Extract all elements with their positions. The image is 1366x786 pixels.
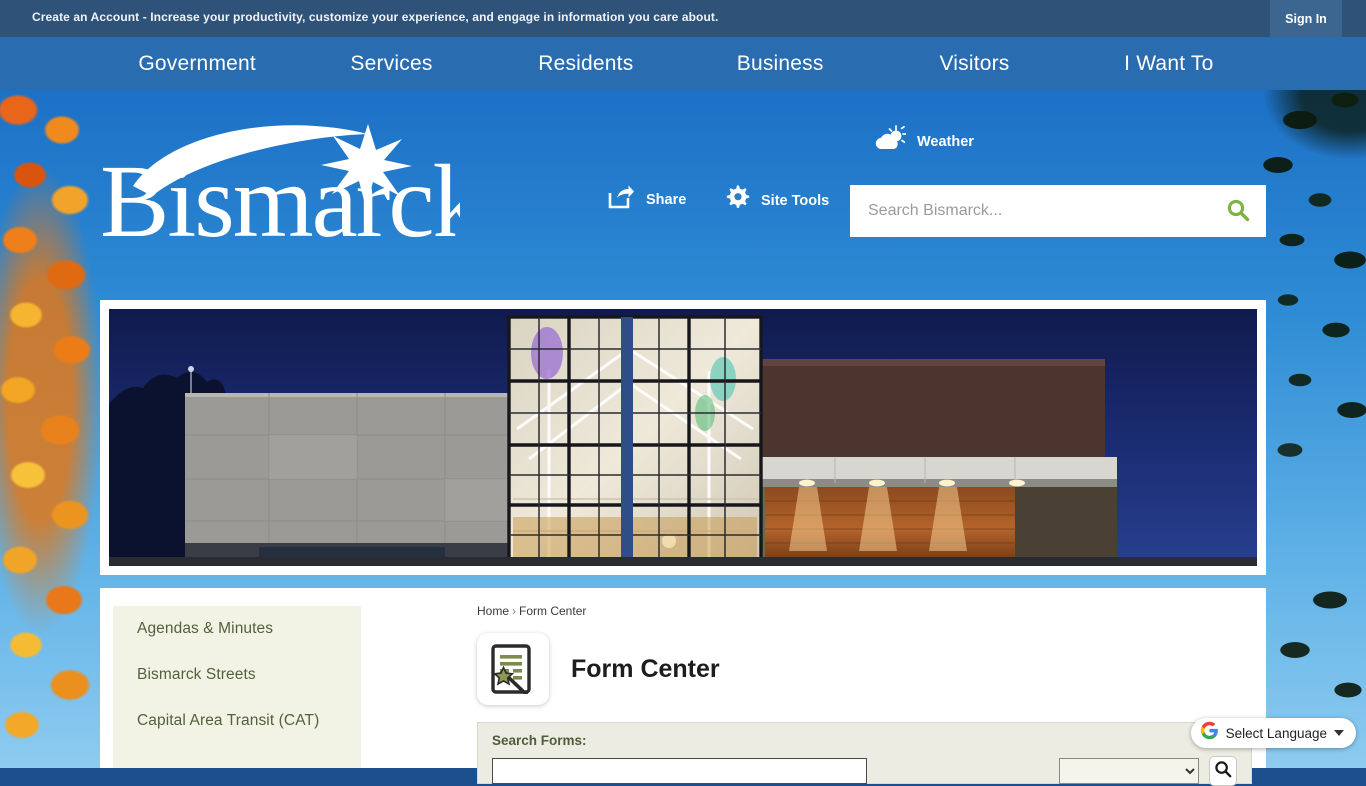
share-link[interactable]: Share	[608, 185, 686, 214]
sign-in-button[interactable]: Sign In	[1270, 0, 1342, 37]
breadcrumb-separator: ›	[512, 604, 516, 618]
search-forms-panel: Search Forms:	[477, 722, 1252, 784]
search-submit-button[interactable]	[1210, 185, 1266, 237]
magnifier-icon	[1226, 198, 1250, 225]
main-navigation: Government Services Residents Business V…	[0, 37, 1366, 90]
weather-link[interactable]: Weather	[872, 125, 974, 158]
search-forms-label: Search Forms:	[492, 733, 1237, 748]
translate-label: Select Language	[1226, 726, 1327, 741]
sidebar-item-agendas-minutes[interactable]: Agendas & Minutes	[113, 606, 361, 652]
sidebar-item-bismarck-streets[interactable]: Bismarck Streets	[113, 652, 361, 698]
nav-item-residents[interactable]: Residents	[489, 52, 683, 76]
site-tools-label: Site Tools	[761, 193, 829, 209]
bismarck-logo[interactable]: Bismarck	[100, 110, 460, 260]
page-header: Form Center	[477, 633, 1252, 705]
search-forms-row	[492, 756, 1237, 786]
nav-item-services[interactable]: Services	[294, 52, 488, 76]
google-translate-widget[interactable]: Select Language	[1191, 718, 1356, 748]
site-search	[850, 185, 1266, 237]
chevron-down-icon	[1334, 730, 1344, 736]
nav-item-government[interactable]: Government	[100, 52, 294, 76]
page-title: Form Center	[571, 655, 720, 684]
sidebar-item-capital-area-transit[interactable]: Capital Area Transit (CAT)	[113, 698, 361, 744]
weather-label: Weather	[917, 134, 974, 150]
cloud-sun-icon	[872, 125, 906, 158]
nav-item-i-want-to[interactable]: I Want To	[1072, 52, 1266, 76]
content-panel: Agendas & Minutes Bismarck Streets Capit…	[100, 588, 1266, 768]
forms-category-select[interactable]	[1059, 758, 1199, 784]
hero-building-photo	[109, 309, 1257, 566]
create-account-message[interactable]: Create an Account - Increase your produc…	[32, 10, 718, 24]
site-header: Bismarck Weather	[100, 90, 1266, 300]
site-tools-link[interactable]: Site Tools	[724, 185, 829, 216]
nav-item-visitors[interactable]: Visitors	[877, 52, 1071, 76]
magnifier-icon	[1214, 760, 1232, 783]
svg-text:Bismarck: Bismarck	[100, 144, 460, 259]
google-g-icon	[1200, 721, 1219, 745]
nav-item-business[interactable]: Business	[683, 52, 877, 76]
top-utility-bar: Create an Account - Increase your produc…	[0, 0, 1366, 37]
forms-search-input[interactable]	[492, 758, 867, 784]
breadcrumb-home[interactable]: Home	[477, 604, 509, 618]
search-input[interactable]	[850, 185, 1210, 237]
gear-icon	[724, 185, 750, 216]
share-label: Share	[646, 192, 686, 208]
form-wand-icon	[477, 633, 549, 705]
share-icon	[608, 185, 634, 214]
main-column: Home›Form Center For	[477, 604, 1252, 705]
breadcrumb-current: Form Center	[519, 604, 586, 618]
forms-search-button[interactable]	[1209, 756, 1237, 786]
breadcrumb: Home›Form Center	[477, 604, 1252, 618]
sidebar-navigation: Agendas & Minutes Bismarck Streets Capit…	[113, 606, 361, 768]
hero-banner	[100, 300, 1266, 575]
